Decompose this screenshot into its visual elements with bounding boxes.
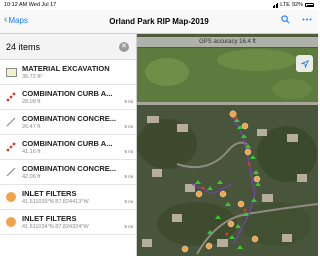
line-symbol-icon: [6, 117, 16, 127]
item-subtitle: 41.611034°N 87.824324°W: [22, 224, 89, 230]
item-subtitle: 41.611039°N 87.824413°W: [22, 199, 89, 205]
item-subtitle: 41.16 ft: [22, 149, 41, 155]
item-distance: 5 mi: [124, 99, 133, 104]
item-distance: 5 mi: [124, 224, 133, 229]
network-label: LTE: [280, 2, 290, 8]
red-dots-symbol-icon: [6, 92, 16, 102]
item-subtitle: 26.47 ft: [22, 124, 41, 130]
nav-bar: ‹ Maps Orland Park RIP Map-2019: [0, 10, 318, 34]
status-time: 10:12 AM Wed Jul 17: [4, 2, 57, 8]
page-title: Orland Park RIP Map-2019: [109, 17, 209, 26]
list-item[interactable]: INLET FILTERS 41.611039°N 87.824413°W 5 …: [0, 185, 136, 210]
polygon-symbol-icon: [5, 67, 17, 77]
red-dots-symbol-icon: [6, 142, 16, 152]
item-title: COMBINATION CURB A...: [22, 89, 113, 98]
item-distance: 5 mi: [124, 174, 133, 179]
satellite-imagery: [137, 34, 318, 256]
battery-percent: 92%: [291, 2, 303, 8]
status-bar: 10:12 AM Wed Jul 17 LTE 92%: [0, 0, 318, 10]
item-distance: 5 mi: [124, 199, 133, 204]
list-item[interactable]: COMBINATION CONCRE... 26.47 ft 5 mi: [0, 110, 136, 135]
more-icon[interactable]: [302, 15, 312, 26]
item-count: 24 items: [6, 41, 41, 52]
list-item[interactable]: COMBINATION CONCRE... 42.06 ft 5 mi: [0, 160, 136, 185]
inlet-symbol-icon: [6, 192, 16, 202]
list-item[interactable]: MATERIAL EXCAVATION 35.72 ft²: [0, 60, 136, 85]
item-distance: 5 mi: [124, 124, 133, 129]
item-title: COMBINATION CURB A...: [22, 139, 113, 148]
item-title: COMBINATION CONCRE...: [22, 164, 117, 173]
item-subtitle: 35.72 ft²: [22, 74, 43, 80]
item-title: INLET FILTERS: [22, 214, 77, 223]
clear-icon[interactable]: ✕: [119, 41, 129, 52]
map-view[interactable]: [137, 34, 318, 256]
battery-icon: [305, 3, 314, 7]
item-title: MATERIAL EXCAVATION: [22, 64, 110, 73]
results-header: 24 items ✕: [0, 34, 136, 60]
inlet-symbol-icon: [6, 217, 16, 227]
list-item[interactable]: INLET FILTERS 41.611034°N 87.824324°W 5 …: [0, 210, 136, 235]
signal-icon: [272, 3, 279, 8]
results-panel: 24 items ✕ MATERIAL EXCAVATION 35.72 ft²…: [0, 34, 137, 256]
item-subtitle: 28.09 ft: [22, 99, 41, 105]
list-item[interactable]: COMBINATION CURB A... 41.16 ft 5 mi: [0, 135, 136, 160]
item-title: INLET FILTERS: [22, 189, 77, 198]
item-subtitle: 42.06 ft: [22, 174, 41, 180]
line-symbol-icon: [6, 167, 16, 177]
location-arrow-icon[interactable]: [296, 55, 313, 72]
gps-accuracy-banner: GPS accuracy 16.4 ft: [137, 37, 318, 47]
list-item[interactable]: COMBINATION CURB A... 28.09 ft 5 mi: [0, 85, 136, 110]
item-distance: 5 mi: [124, 149, 133, 154]
search-icon[interactable]: [281, 15, 290, 26]
item-title: COMBINATION CONCRE...: [22, 114, 117, 123]
